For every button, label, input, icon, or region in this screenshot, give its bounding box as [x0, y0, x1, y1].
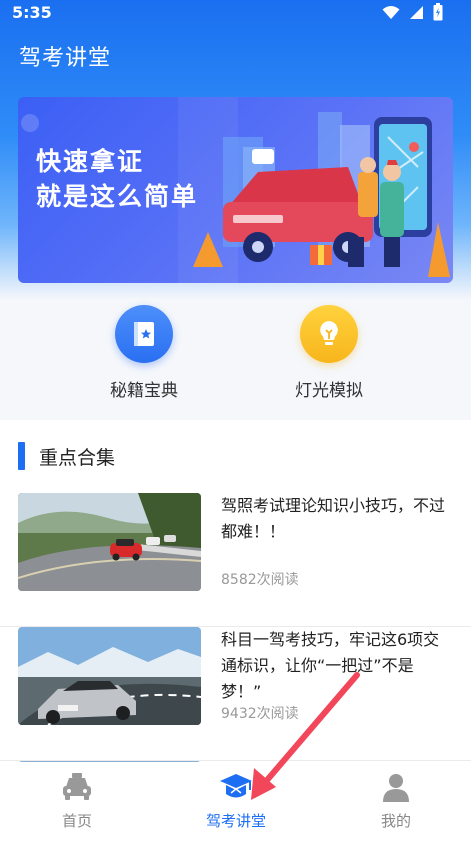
tab-label: 我的 — [380, 812, 411, 830]
tab-mine[interactable]: 我的 — [341, 772, 451, 831]
signal-icon — [410, 5, 423, 19]
car-icon — [63, 773, 91, 800]
banner-headline: 快速拿证 — [36, 147, 145, 176]
quick-actions: 秘籍宝典 灯光模拟 — [0, 300, 471, 420]
section-title: 重点合集 — [39, 446, 116, 469]
section-header: 重点合集 — [18, 442, 115, 470]
tab-lecture[interactable]: 驾考讲堂 — [181, 772, 291, 831]
article-title: 驾照考试理论知识小技巧，不过都难！！ — [221, 496, 446, 541]
article-item[interactable]: 科目一驾考技巧，牢记这6项交通标识，让你“一把过”不是梦！” 9432次阅读 — [0, 627, 471, 761]
page-title: 驾考讲堂 — [19, 46, 112, 71]
person-icon — [383, 774, 409, 802]
article-title: 科目一驾考技巧，牢记这6项交通标识，让你“一把过”不是梦！” — [221, 630, 440, 701]
book-star-icon — [115, 305, 173, 363]
lightbulb-icon — [300, 305, 358, 363]
tab-label: 驾考讲堂 — [205, 812, 266, 830]
tab-label: 首页 — [61, 812, 92, 830]
quick-action-light-simulation[interactable]: 灯光模拟 — [269, 305, 389, 401]
status-time: 5:35 — [12, 3, 52, 22]
tab-home[interactable]: 首页 — [22, 772, 132, 831]
battery-icon — [433, 3, 443, 21]
quick-action-secret-guide[interactable]: 秘籍宝典 — [84, 305, 204, 401]
wifi-icon — [382, 5, 400, 19]
article-view-count: 8582次阅读 — [221, 572, 299, 588]
section-accent-bar — [18, 442, 25, 470]
status-icons — [382, 3, 443, 21]
article-thumbnail — [18, 627, 201, 725]
article-view-count: 9432次阅读 — [221, 706, 299, 722]
article-thumbnail — [18, 493, 201, 591]
graduation-cap-icon — [220, 774, 252, 798]
quick-action-label: 灯光模拟 — [295, 381, 363, 401]
promo-banner[interactable]: 快速拿证 就是这么简单 — [18, 97, 453, 283]
banner-subheadline: 就是这么简单 — [36, 182, 199, 211]
article-item[interactable]: 驾照考试理论知识小技巧，不过都难！！ 8582次阅读 — [0, 493, 471, 627]
featured-section: 重点合集 驾照考试理论知识小技巧，不过都难！！ 8582次阅读 科目一驾考技巧，… — [0, 420, 471, 765]
quick-action-label: 秘籍宝典 — [110, 381, 178, 401]
status-bar: 5:35 — [0, 0, 471, 24]
bottom-tab-bar: 首页 驾考讲堂 我的 — [0, 762, 471, 842]
